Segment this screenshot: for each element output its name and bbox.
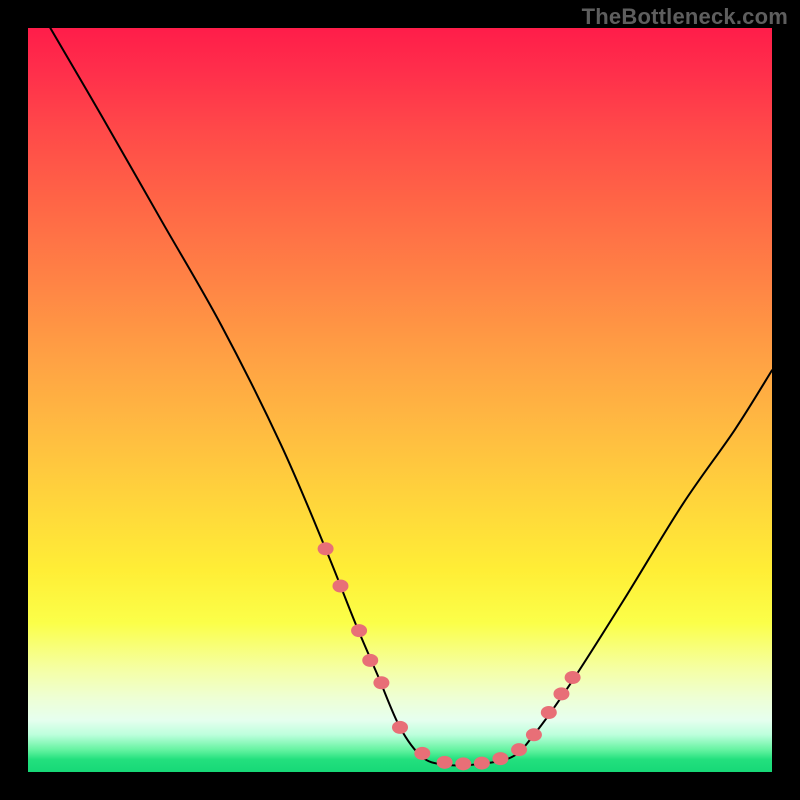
curve-marker [414,747,430,760]
curve-marker [392,721,408,734]
curve-marker [455,757,471,770]
curve-marker [474,757,490,770]
curve-marker [553,687,569,700]
bottleneck-curve [50,28,772,765]
curve-svg [28,28,772,772]
curve-marker [318,542,334,555]
curve-marker [351,624,367,637]
plot-area [28,28,772,772]
curve-marker [511,743,527,756]
curve-marker [437,756,453,769]
curve-marker [332,580,348,593]
curve-markers [318,542,581,770]
chart-frame: TheBottleneck.com [0,0,800,800]
curve-marker [526,728,542,741]
curve-marker [373,676,389,689]
curve-marker [492,752,508,765]
watermark-text: TheBottleneck.com [582,4,788,30]
curve-marker [541,706,557,719]
curve-marker [565,671,581,684]
curve-marker [362,654,378,667]
